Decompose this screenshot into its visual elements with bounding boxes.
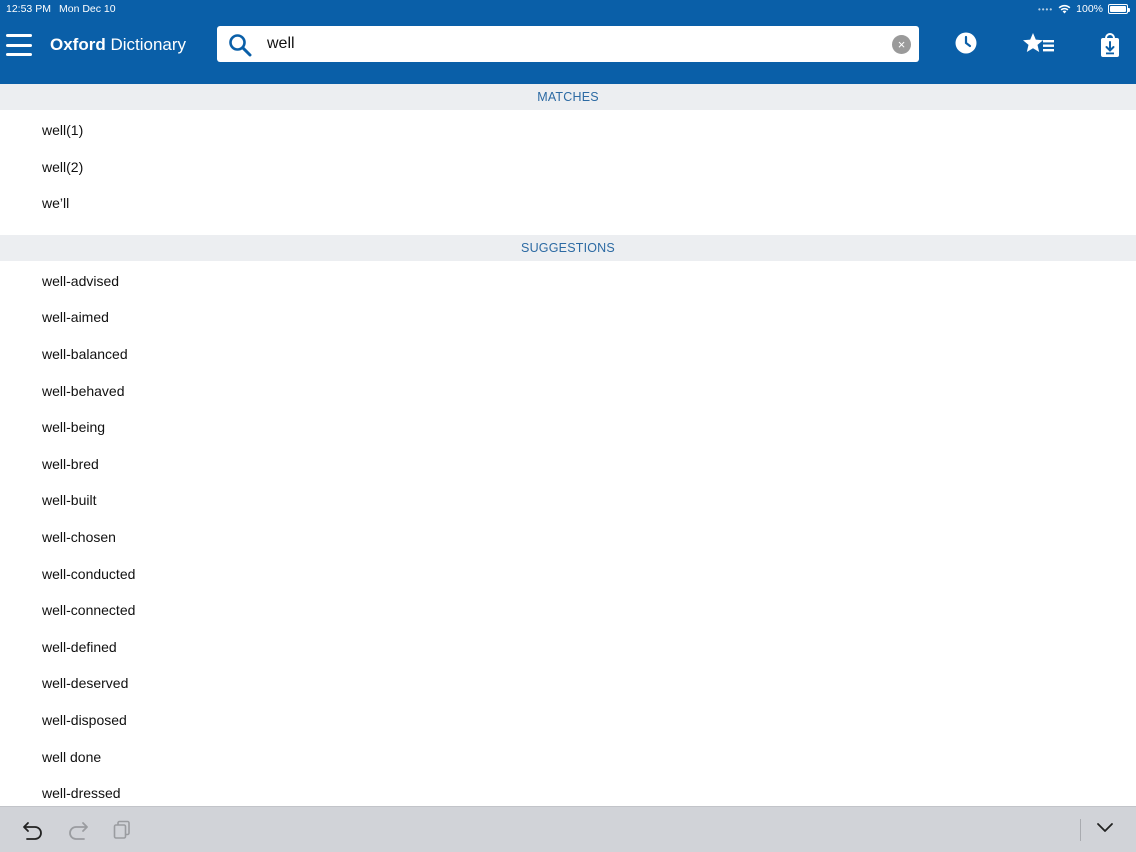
suggestion-item[interactable]: well-chosen [0, 519, 1136, 556]
search-input[interactable] [267, 30, 887, 58]
suggestion-item[interactable]: well-aimed [0, 299, 1136, 336]
keyboard-bar-divider [1080, 819, 1081, 841]
suggestions-list: well-advised well-aimed well-balanced we… [0, 261, 1136, 806]
suggestions-header: SUGGESTIONS [0, 234, 1136, 261]
suggestion-item[interactable]: well-built [0, 482, 1136, 519]
search-bar: × [217, 26, 919, 62]
status-right: •••• 100% [1037, 3, 1130, 15]
battery-icon [1108, 4, 1130, 14]
match-item[interactable]: well(1) [0, 112, 1136, 149]
top-bar: 12:53 PM Mon Dec 10 •••• 100% Oxford Dic… [0, 0, 1136, 84]
suggestion-item[interactable]: well-bred [0, 446, 1136, 483]
suggestion-item[interactable]: well-conducted [0, 556, 1136, 593]
redo-icon[interactable] [67, 820, 89, 840]
suggestion-item[interactable]: well-being [0, 409, 1136, 446]
search-icon [229, 34, 252, 57]
suggestion-item[interactable]: well-advised [0, 263, 1136, 300]
battery-fill [1110, 6, 1126, 12]
suggestion-item[interactable]: well-disposed [0, 702, 1136, 739]
clock-icon[interactable] [955, 32, 977, 54]
suggestion-item[interactable]: well-balanced [0, 336, 1136, 373]
suggestion-item[interactable]: well-dressed [0, 775, 1136, 806]
suggestion-item[interactable]: well done [0, 739, 1136, 776]
battery-percent: 100% [1076, 3, 1103, 15]
brand-bold: Oxford [50, 35, 106, 54]
matches-list: well(1) well(2) we’ll [0, 110, 1136, 235]
star-list-icon[interactable] [1022, 32, 1055, 54]
signal-icon: •••• [1037, 4, 1054, 14]
status-bar: 12:53 PM Mon Dec 10 •••• 100% [0, 0, 1136, 18]
chevron-down-icon[interactable] [1096, 822, 1114, 834]
app-window: 12:53 PM Mon Dec 10 •••• 100% Oxford Dic… [0, 0, 1136, 852]
paste-icon[interactable] [113, 820, 131, 840]
wifi-icon [1058, 4, 1071, 14]
hamburger-menu-icon[interactable] [6, 34, 32, 56]
match-item[interactable]: well(2) [0, 149, 1136, 186]
undo-icon[interactable] [22, 820, 44, 840]
keyboard-shortcut-bar [0, 806, 1136, 852]
suggestion-item[interactable]: well-behaved [0, 373, 1136, 410]
clear-search-icon[interactable]: × [892, 35, 911, 54]
suggestion-item[interactable]: well-defined [0, 629, 1136, 666]
download-bag-icon[interactable] [1100, 32, 1120, 58]
match-item[interactable]: we’ll [0, 185, 1136, 222]
suggestion-item[interactable]: well-connected [0, 592, 1136, 629]
results-panel: MATCHES well(1) well(2) we’ll SUGGESTION… [0, 84, 1136, 806]
status-time: 12:53 PM [6, 3, 51, 15]
matches-header: MATCHES [0, 84, 1136, 110]
app-header: Oxford Dictionary × [0, 18, 1136, 84]
suggestion-item[interactable]: well-deserved [0, 665, 1136, 702]
brand-light: Dictionary [110, 35, 187, 54]
app-title: Oxford Dictionary [50, 35, 186, 55]
status-date: Mon Dec 10 [59, 3, 116, 15]
